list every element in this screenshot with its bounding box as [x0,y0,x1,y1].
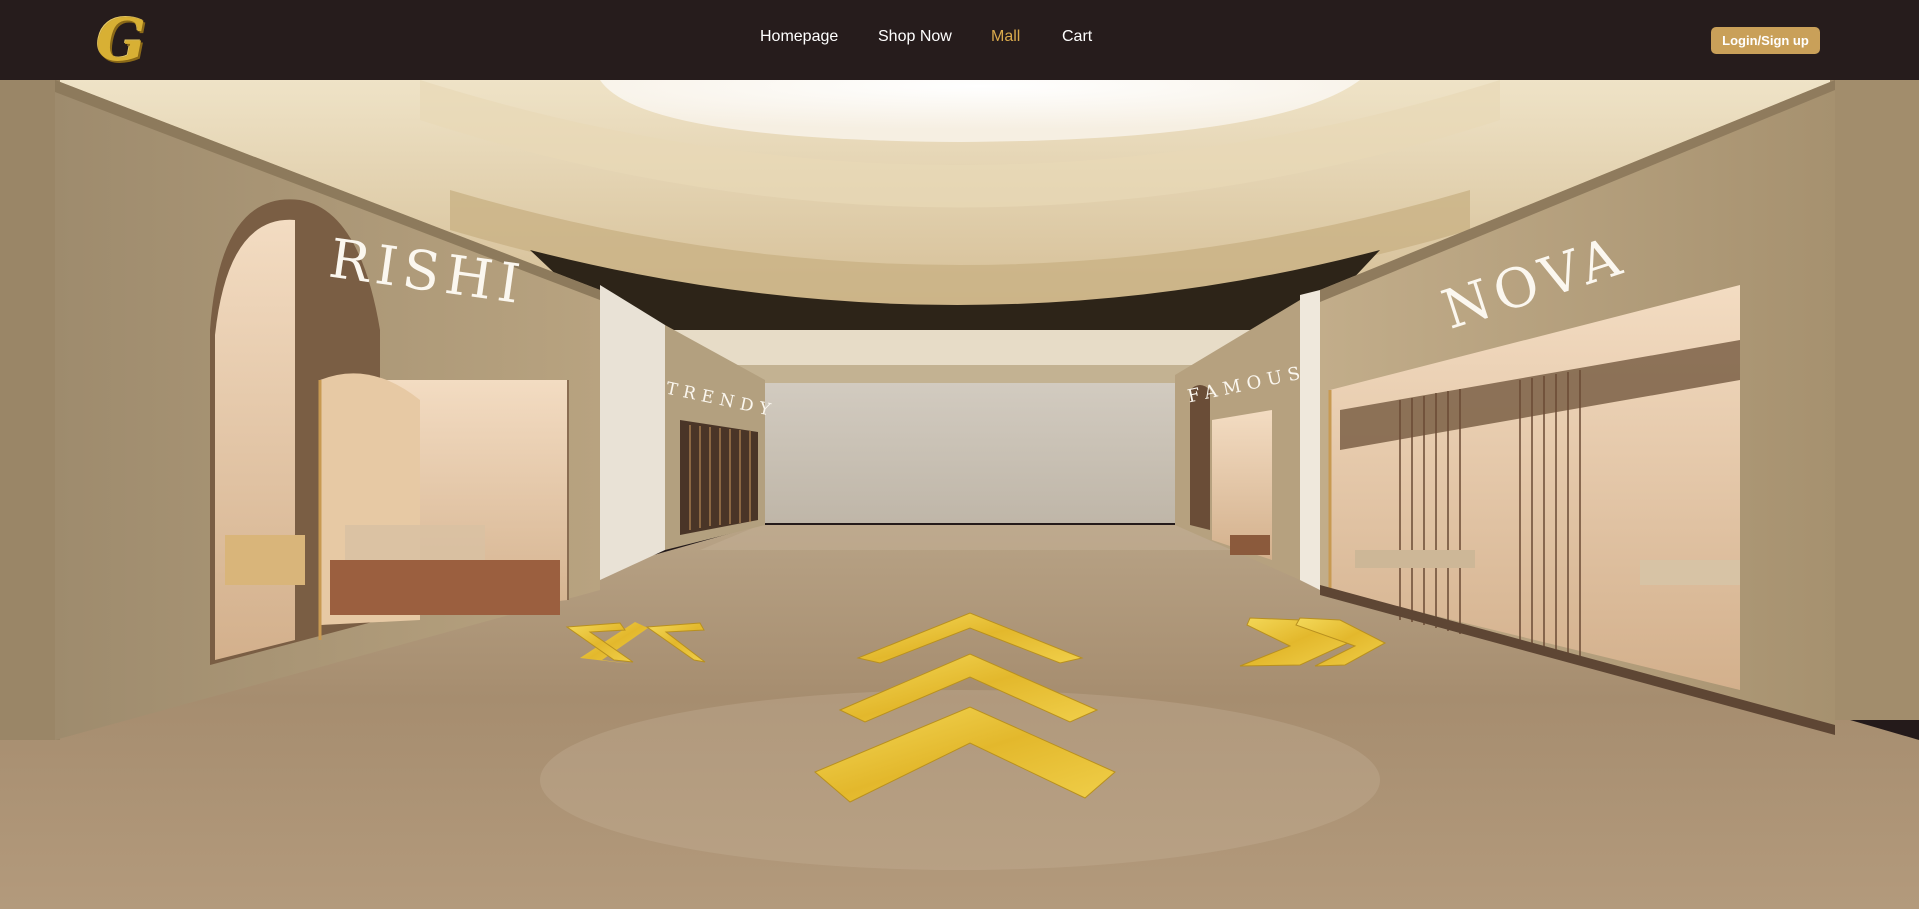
nav-mall-link[interactable]: Mall [991,28,1020,46]
login-signup-button[interactable]: Login/Sign up [1711,27,1820,54]
mall-scene-illustration: RISHI TRENDY FAMOUS NOVA [0,80,1919,909]
top-navigation-bar: G Homepage Shop Now Mall Cart Login/Sign… [0,0,1919,80]
brand-logo[interactable]: G [90,6,152,74]
nav-shop-now-link[interactable]: Shop Now [878,28,952,46]
nav-homepage-link[interactable]: Homepage [760,28,838,46]
nav-cart-link[interactable]: Cart [1062,28,1092,46]
virtual-mall-scene: RISHI TRENDY FAMOUS NOVA [0,80,1919,909]
main-nav: Homepage Shop Now Mall Cart [0,0,1919,80]
